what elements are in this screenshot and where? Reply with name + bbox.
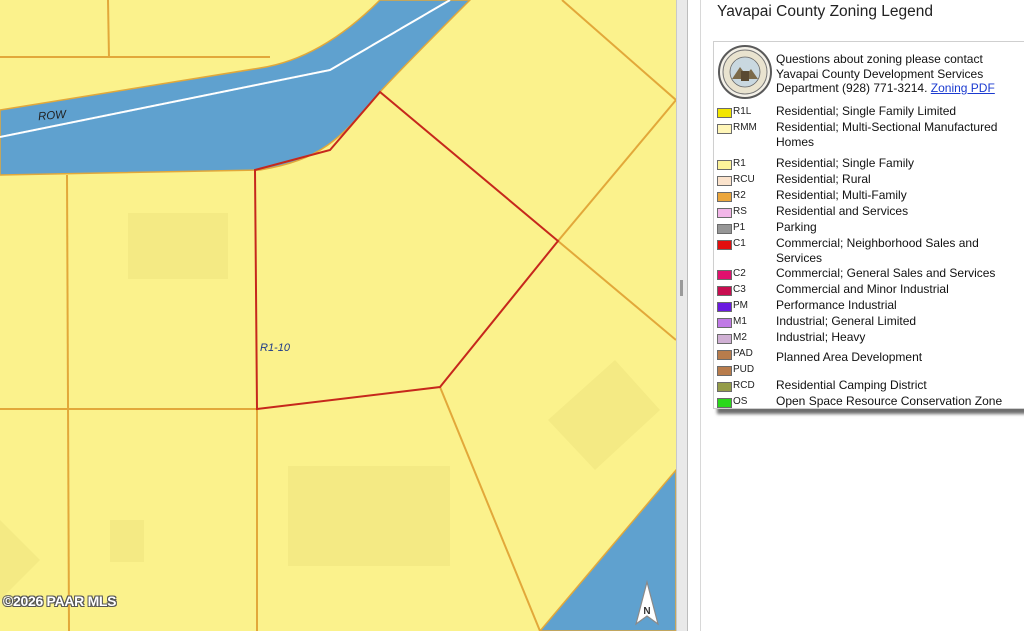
legend-code: R2 bbox=[733, 190, 746, 201]
legend-swatch bbox=[717, 224, 732, 234]
legend-swatch bbox=[717, 318, 732, 328]
divider-grip-icon[interactable] bbox=[680, 280, 683, 296]
legend-code: PAD bbox=[733, 348, 753, 359]
legend-code: R1L bbox=[733, 106, 752, 117]
legend-code: P1 bbox=[733, 222, 746, 233]
legend-description: Residential; Single Family bbox=[776, 156, 915, 170]
building-footprint bbox=[110, 520, 144, 562]
legend-code: C3 bbox=[733, 284, 746, 295]
legend-swatch bbox=[717, 108, 732, 118]
county-seal-icon bbox=[718, 45, 772, 99]
legend-swatch bbox=[717, 366, 732, 376]
legend-box: Questions about zoning please contact Ya… bbox=[713, 41, 1024, 409]
legend-swatch bbox=[717, 160, 732, 170]
legend-title: Yavapai County Zoning Legend bbox=[717, 3, 934, 20]
legend-swatch bbox=[717, 302, 732, 312]
north-arrow-icon: N bbox=[632, 580, 662, 628]
legend-swatch bbox=[717, 270, 732, 280]
zoning-pdf-link[interactable]: Zoning PDF bbox=[931, 81, 995, 95]
building-footprint bbox=[288, 466, 450, 566]
legend-code: RMM bbox=[733, 122, 757, 133]
legend-description: Residential; Single Family Limited bbox=[776, 104, 957, 118]
legend-description: Residential; Multi-Sectional Manufacture… bbox=[776, 120, 998, 149]
legend-swatch bbox=[717, 176, 732, 186]
legend-code: RS bbox=[733, 206, 747, 217]
legend-description-pad-pud: Planned Area Development bbox=[776, 350, 923, 364]
legend-panel: Yavapai County Zoning Legend Questions a… bbox=[700, 0, 1024, 631]
legend-code: PUD bbox=[733, 364, 755, 375]
legend-swatch bbox=[717, 334, 732, 344]
north-label: N bbox=[643, 606, 650, 617]
legend-description: Industrial; General Limited bbox=[776, 314, 917, 328]
legend-description: Commercial; Neighborhood Sales and Servi… bbox=[776, 236, 979, 265]
legend-swatch bbox=[717, 124, 732, 134]
legend-swatch bbox=[717, 208, 732, 218]
legend-code: OS bbox=[733, 396, 748, 407]
zoning-map[interactable]: ROW R1-10 N ©2026 PAAR MLS bbox=[0, 0, 676, 631]
legend-code: M1 bbox=[733, 316, 747, 327]
legend-description: Commercial and Minor Industrial bbox=[776, 282, 949, 296]
legend-description: Residential; Rural bbox=[776, 172, 871, 186]
legend-description: Commercial; General Sales and Services bbox=[776, 266, 996, 280]
legend-description: Parking bbox=[776, 220, 817, 234]
legend-code: R1 bbox=[733, 158, 746, 169]
legend-description: Residential; Multi-Family bbox=[776, 188, 907, 202]
contact-block: Questions about zoning please contact Ya… bbox=[776, 52, 1024, 96]
legend-description: Residential Camping District bbox=[776, 378, 927, 392]
legend-code: C1 bbox=[733, 238, 746, 249]
legend-description: Open Space Resource Conservation Zone bbox=[776, 394, 1003, 408]
legend-swatch bbox=[717, 240, 732, 250]
legend-code: C2 bbox=[733, 268, 746, 279]
legend-description: Residential and Services bbox=[776, 204, 909, 218]
legend-description: Performance Industrial bbox=[776, 298, 897, 312]
legend-swatch bbox=[717, 350, 732, 360]
row-label: ROW bbox=[37, 108, 67, 124]
legend-code: RCU bbox=[733, 174, 755, 185]
legend-code: RCD bbox=[733, 380, 755, 391]
zone-label: R1-10 bbox=[260, 342, 290, 354]
legend-swatch bbox=[717, 398, 732, 408]
copyright-text: ©2026 PAAR MLS bbox=[3, 593, 117, 609]
legend-code: M2 bbox=[733, 332, 747, 343]
legend-swatch bbox=[717, 192, 732, 202]
legend-swatch bbox=[717, 286, 732, 296]
legend-description: Industrial; Heavy bbox=[776, 330, 866, 344]
legend-swatch bbox=[717, 382, 732, 392]
legend-code: PM bbox=[733, 300, 748, 311]
panel-divider[interactable] bbox=[676, 0, 688, 631]
map-canvas[interactable] bbox=[0, 0, 676, 631]
building-footprint bbox=[128, 213, 228, 279]
